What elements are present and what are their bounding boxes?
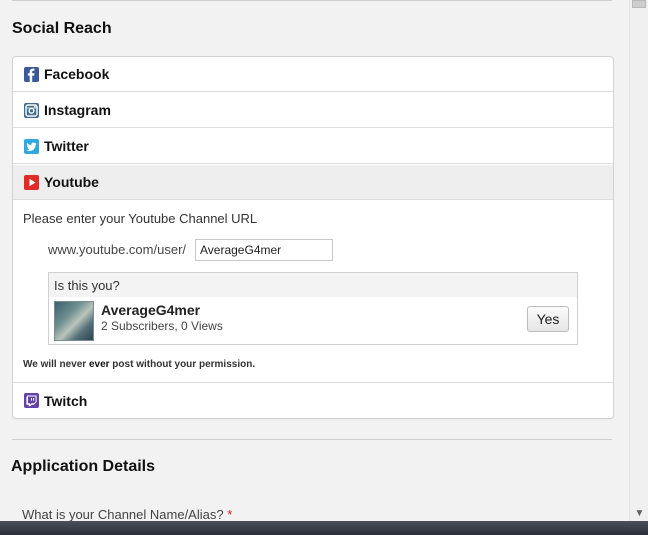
required-marker: * [227, 507, 233, 522]
channel-name-label-text: What is your Channel Name/Alias? [22, 507, 224, 522]
channel-stats: 2 Subscribers, 0 Views [101, 319, 223, 333]
youtube-url-prefix: www.youtube.com/user/ [48, 242, 187, 257]
twitch-icon [24, 393, 39, 408]
channel-verification-box: Is this you? AverageG4mer 2 Subscribers,… [48, 272, 578, 345]
instagram-label: Instagram [44, 102, 111, 118]
disclaimer-text-start: We will never [23, 359, 89, 370]
social-accounts-accordion: Facebook Instagram Twitter Youtube Pleas… [12, 56, 614, 419]
social-reach-heading: Social Reach [12, 20, 112, 37]
disclaimer-emphasis: ever [88, 359, 110, 370]
youtube-label: Youtube [44, 174, 99, 190]
permission-disclaimer: We will never ever post without your per… [23, 359, 255, 370]
disclaimer-text-end: post without your permission. [109, 359, 256, 370]
top-divider [12, 0, 612, 1]
facebook-accordion-header[interactable]: Facebook [13, 57, 613, 92]
facebook-label: Facebook [44, 66, 110, 82]
youtube-accordion-header[interactable]: Youtube [13, 165, 613, 200]
vertical-scrollbar[interactable]: ▼ [629, 0, 648, 521]
twitch-accordion-header[interactable]: Twitch [13, 383, 613, 418]
channel-result: AverageG4mer 2 Subscribers, 0 Views Yes [49, 297, 577, 344]
scrollbar-thumb[interactable] [632, 0, 646, 8]
youtube-url-prompt: Please enter your Youtube Channel URL [23, 211, 258, 226]
confirm-channel-button[interactable]: Yes [527, 306, 569, 332]
instagram-accordion-header[interactable]: Instagram [13, 93, 613, 128]
facebook-icon [24, 66, 39, 82]
twitter-label: Twitter [44, 138, 89, 154]
channel-name-field-label: What is your Channel Name/Alias? * [22, 507, 232, 522]
channel-avatar [54, 301, 94, 341]
twitter-icon [24, 138, 39, 154]
channel-name: AverageG4mer [101, 302, 201, 318]
verify-question: Is this you? [54, 278, 120, 293]
scroll-down-arrow-icon[interactable]: ▼ [633, 508, 646, 520]
section-divider [12, 439, 612, 440]
twitter-accordion-header[interactable]: Twitter [13, 129, 613, 164]
instagram-icon [24, 102, 39, 118]
youtube-panel: Please enter your Youtube Channel URL ww… [13, 201, 613, 383]
taskbar [0, 521, 648, 535]
youtube-icon [24, 174, 39, 190]
youtube-username-input[interactable] [195, 239, 333, 261]
application-details-heading: Application Details [11, 458, 156, 475]
twitch-label: Twitch [44, 392, 88, 409]
